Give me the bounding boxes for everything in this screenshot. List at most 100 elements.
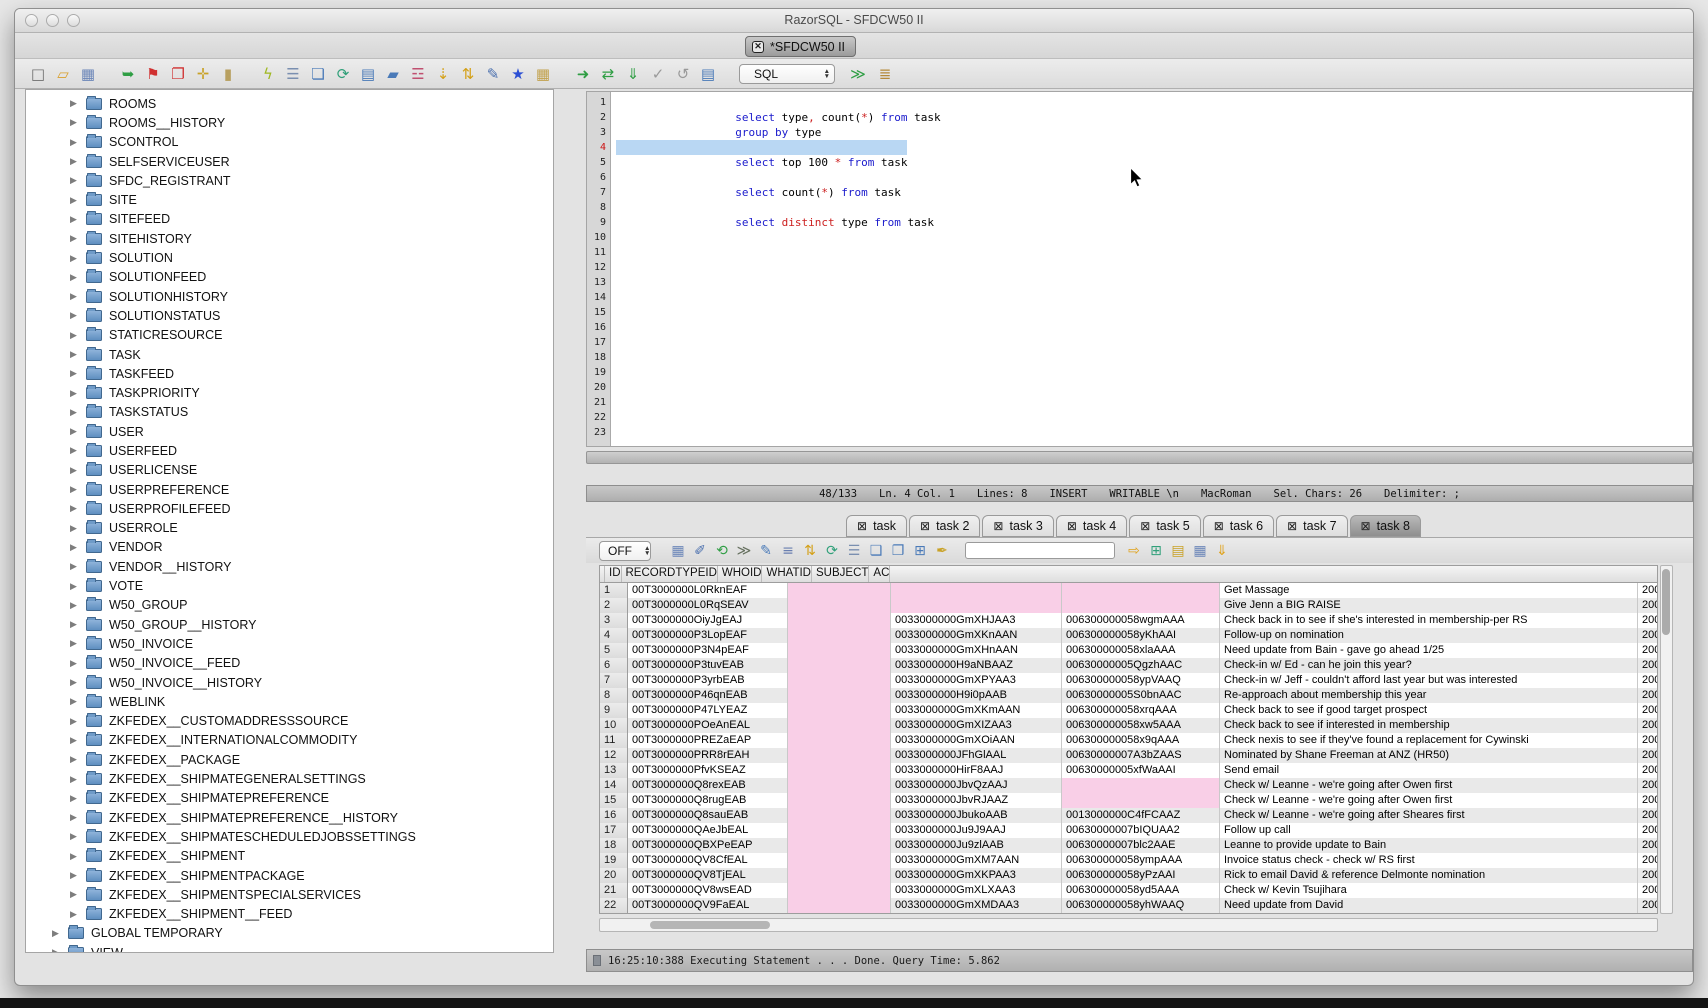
- save-all-icon[interactable]: ▦: [1191, 542, 1209, 560]
- reload-table-icon[interactable]: ⟳: [823, 542, 841, 560]
- column-header[interactable]: AC: [869, 566, 890, 582]
- tree-item[interactable]: ▶ SCONTROL: [26, 133, 553, 152]
- disclosure-triangle-icon[interactable]: ▶: [52, 928, 68, 939]
- subject-cell[interactable]: Nominated by Shane Freeman at ANZ (HR50): [1220, 748, 1638, 763]
- whoid-cell[interactable]: 0033000000JbvRJAAZ: [891, 793, 1062, 808]
- activitydate-cell[interactable]: 200: [1638, 688, 1657, 703]
- whoid-cell[interactable]: 0033000000JbvQzAAJ: [891, 778, 1062, 793]
- table-row[interactable]: 18 00T3000000QBXPeEAP 0033000000Ju9zlAAB…: [600, 838, 1657, 853]
- activitydate-cell[interactable]: 200: [1638, 628, 1657, 643]
- column-header[interactable]: ID: [605, 566, 622, 582]
- recordtypeid-cell[interactable]: [788, 643, 891, 658]
- subject-cell[interactable]: Get Massage: [1220, 583, 1638, 598]
- id-cell[interactable]: 00T3000000Q8sauEAB: [628, 808, 788, 823]
- tree-item[interactable]: ▶ TASK: [26, 345, 553, 364]
- table-row[interactable]: 21 00T3000000QV8wsEAD 0033000000GmXLXAA3…: [600, 883, 1657, 898]
- subject-cell[interactable]: Check w/ Leanne - we're going after Owen…: [1220, 793, 1638, 808]
- tree-item[interactable]: ▶ ZKFEDEX__SHIPMATESCHEDULEDJOBSSETTINGS: [26, 827, 553, 846]
- recordtypeid-cell[interactable]: [788, 733, 891, 748]
- subject-cell[interactable]: Follow up call: [1220, 823, 1638, 838]
- rollback-icon[interactable]: ↺: [674, 65, 692, 83]
- sort-column-icon[interactable]: ⇅: [801, 542, 819, 560]
- recordtypeid-cell[interactable]: [788, 613, 891, 628]
- disclosure-triangle-icon[interactable]: ▶: [70, 330, 86, 341]
- result-tab[interactable]: ⊠ task: [846, 515, 907, 537]
- disclosure-triangle-icon[interactable]: ▶: [70, 870, 86, 881]
- disclosure-triangle-icon[interactable]: ▶: [70, 98, 86, 109]
- recordtypeid-cell[interactable]: [788, 718, 891, 733]
- tree-item[interactable]: ▶ ROOMS: [26, 94, 553, 113]
- disconnect-icon[interactable]: ⚑: [144, 65, 162, 83]
- tree-item[interactable]: ▶ WEBLINK: [26, 692, 553, 711]
- table-row[interactable]: 12 00T3000000PRR8rEAH 0033000000JFhGlAAL…: [600, 748, 1657, 763]
- primary-key-icon[interactable]: ✒: [933, 542, 951, 560]
- disclosure-triangle-icon[interactable]: ▶: [70, 754, 86, 765]
- statement-type-select[interactable]: SQL ▲▼: [739, 64, 835, 84]
- recordtypeid-cell[interactable]: [788, 808, 891, 823]
- activitydate-cell[interactable]: 200: [1638, 748, 1657, 763]
- tree-item[interactable]: ▶ W50_INVOICE__HISTORY: [26, 673, 553, 692]
- subject-cell[interactable]: Need update from Bain - gave go ahead 1/…: [1220, 643, 1638, 658]
- sort-descending-icon[interactable]: ⇣: [434, 65, 452, 83]
- subject-cell[interactable]: Check-in w/ Ed - can he join this year?: [1220, 658, 1638, 673]
- tree-item[interactable]: ▶ ZKFEDEX__INTERNATIONALCOMMODITY: [26, 731, 553, 750]
- tree-item[interactable]: ▶ VOTE: [26, 576, 553, 595]
- disclosure-triangle-icon[interactable]: ▶: [70, 735, 86, 746]
- disclosure-triangle-icon[interactable]: ▶: [70, 426, 86, 437]
- disclosure-triangle-icon[interactable]: ▶: [70, 388, 86, 399]
- table-row[interactable]: 9 00T3000000P47LYEAZ 0033000000GmXKmAAN …: [600, 703, 1657, 718]
- edit-table-data-icon[interactable]: ▤: [359, 65, 377, 83]
- disclosure-triangle-icon[interactable]: ▶: [70, 831, 86, 842]
- disclosure-triangle-icon[interactable]: ▶: [70, 638, 86, 649]
- id-cell[interactable]: 00T3000000QV9FaEAL: [628, 898, 788, 913]
- describe-table-icon[interactable]: ☰: [284, 65, 302, 83]
- subject-cell[interactable]: Leanne to provide update to Bain: [1220, 838, 1638, 853]
- whatid-cell[interactable]: 00630000007blc2AAE: [1062, 838, 1220, 853]
- whoid-cell[interactable]: 0033000000Ju9J9AAJ: [891, 823, 1062, 838]
- favorites-icon[interactable]: ★: [509, 65, 527, 83]
- recordtypeid-cell[interactable]: [788, 883, 891, 898]
- recordtypeid-cell[interactable]: [788, 778, 891, 793]
- id-cell[interactable]: 00T3000000QV8TjEAL: [628, 868, 788, 883]
- whoid-cell[interactable]: 0033000000GmXLXAA3: [891, 883, 1062, 898]
- row-limit-select[interactable]: OFF ▲▼: [599, 541, 651, 561]
- disclosure-triangle-icon[interactable]: ▶: [70, 523, 86, 534]
- result-tab[interactable]: ⊠ task 2: [909, 515, 980, 537]
- disclosure-triangle-icon[interactable]: ▶: [70, 658, 86, 669]
- vertical-scroll-thumb[interactable]: [1662, 569, 1670, 635]
- import-data-icon[interactable]: ⟳: [334, 65, 352, 83]
- copy-object-icon[interactable]: ❐: [169, 65, 187, 83]
- close-tab-icon[interactable]: ⊠: [1214, 520, 1224, 532]
- id-cell[interactable]: 00T3000000POeAnEAL: [628, 718, 788, 733]
- close-tab-icon[interactable]: ⊠: [1287, 520, 1297, 532]
- table-row[interactable]: 22 00T3000000QV9FaEAL 0033000000GmXMDAA3…: [600, 898, 1657, 913]
- statement-list-icon[interactable]: ≣: [876, 65, 894, 83]
- tree-item[interactable]: ▶ ZKFEDEX__SHIPMENTSPECIALSERVICES: [26, 885, 553, 904]
- horizontal-scroll-thumb[interactable]: [650, 921, 770, 929]
- id-cell[interactable]: 00T3000000QAeJbEAL: [628, 823, 788, 838]
- whoid-cell[interactable]: 0033000000GmXM7AAN: [891, 853, 1062, 868]
- disclosure-triangle-icon[interactable]: ▶: [70, 465, 86, 476]
- table-horizontal-scrollbar[interactable]: [599, 918, 1658, 932]
- disclosure-triangle-icon[interactable]: ▶: [70, 889, 86, 900]
- disclosure-triangle-icon[interactable]: ▶: [70, 368, 86, 379]
- tree-item[interactable]: ▶ W50_GROUP: [26, 596, 553, 615]
- results-search-input[interactable]: [965, 542, 1115, 559]
- save-results-icon[interactable]: ▦: [669, 542, 687, 560]
- whatid-cell[interactable]: 006300000058xw5AAA: [1062, 718, 1220, 733]
- tree-item[interactable]: ▶ SOLUTIONSTATUS: [26, 306, 553, 325]
- id-cell[interactable]: 00T3000000PRR8rEAH: [628, 748, 788, 763]
- open-folder-icon[interactable]: ▱: [54, 65, 72, 83]
- recordtypeid-cell[interactable]: [788, 868, 891, 883]
- disclosure-triangle-icon[interactable]: ▶: [70, 851, 86, 862]
- tree-item[interactable]: ▶ ZKFEDEX__SHIPMATEPREFERENCE__HISTORY: [26, 808, 553, 827]
- whatid-cell[interactable]: 00630000007A3bZAAS: [1062, 748, 1220, 763]
- add-object-icon[interactable]: ✛: [194, 65, 212, 83]
- tree-item[interactable]: ▶ ZKFEDEX__PACKAGE: [26, 750, 553, 769]
- database-object-icon[interactable]: ▮: [219, 65, 237, 83]
- execute-sql-icon[interactable]: ϟ: [259, 65, 277, 83]
- recordtypeid-cell[interactable]: [788, 658, 891, 673]
- recordtypeid-cell[interactable]: [788, 763, 891, 778]
- result-tab[interactable]: ⊠ task 6: [1203, 515, 1274, 537]
- disclosure-triangle-icon[interactable]: ▶: [70, 310, 86, 321]
